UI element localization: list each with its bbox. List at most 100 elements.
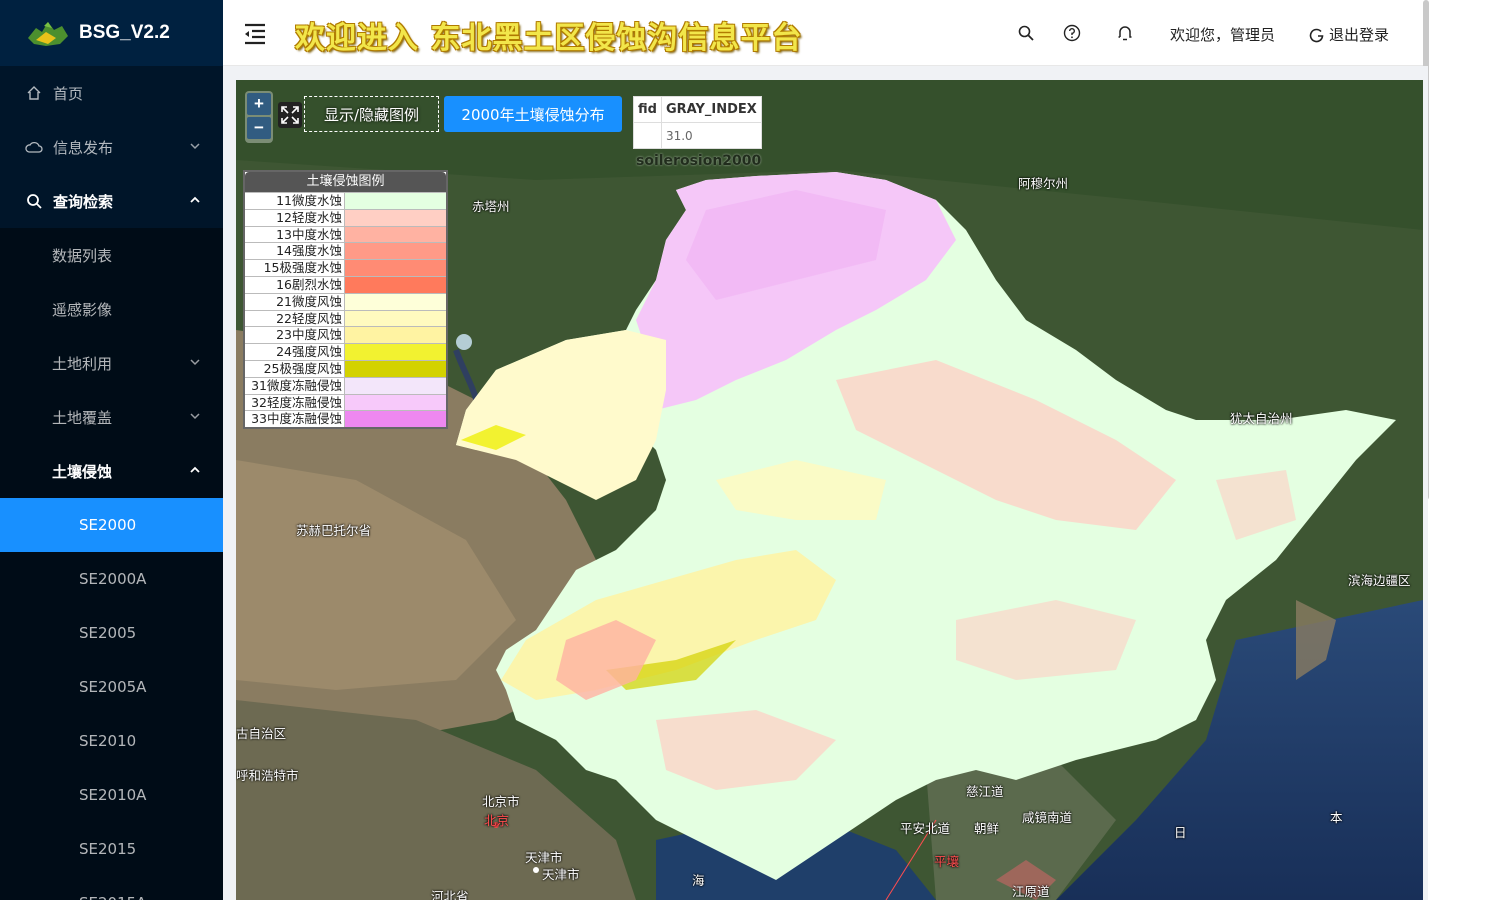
place-label: 苏赫巴托尔省	[296, 523, 372, 538]
menu-se2015a[interactable]: SE2015A	[0, 876, 223, 900]
menu-soil-erosion[interactable]: 土壤侵蚀	[0, 444, 223, 498]
feature-info-table: fid GRAY_INDEX 31.0	[633, 96, 762, 149]
menu-home[interactable]: 首页	[0, 66, 223, 120]
layer-name-label: soilerosion2000	[636, 153, 762, 169]
place-label: 呼和浩特市	[236, 768, 299, 783]
chevron-down-icon	[190, 143, 200, 150]
cloud-icon	[25, 138, 43, 156]
legend-swatch	[345, 193, 446, 209]
menu-remote-sensing[interactable]: 遥感影像	[0, 282, 223, 336]
menu-se2010a[interactable]: SE2010A	[0, 768, 223, 822]
legend-label: 23中度风蚀	[245, 327, 345, 344]
layer-2000-button[interactable]: 2000年土壤侵蚀分布	[444, 96, 622, 132]
legend-swatch	[345, 411, 446, 428]
logout-button[interactable]: 退出登录	[1309, 24, 1389, 45]
place-label: 河北省	[431, 889, 469, 900]
place-label: 本	[1330, 810, 1343, 825]
place-label: 日	[1174, 825, 1187, 840]
legend-row: 16剧烈水蚀	[245, 275, 446, 293]
menu-se2000[interactable]: SE2000	[0, 498, 223, 552]
menu-erosion-item-label: SE2010	[79, 732, 137, 750]
legend-row: 15极强度水蚀	[245, 259, 446, 276]
place-label: 海	[692, 873, 705, 888]
legend-label: 16剧烈水蚀	[245, 276, 345, 293]
menu-land-use[interactable]: 土地利用	[0, 336, 223, 390]
legend-row: 24强度风蚀	[245, 343, 446, 360]
legend-label: 32轻度冻融侵蚀	[245, 394, 345, 411]
legend-swatch	[345, 360, 446, 377]
legend-label: 22轻度风蚀	[245, 310, 345, 327]
legend-title: 土壤侵蚀图例	[245, 172, 446, 192]
legend-rows: 11微度水蚀 12轻度水蚀 13中度水蚀 14强度水蚀 15极强度水蚀 16剧烈水蚀 21微…	[245, 192, 446, 428]
menu-erosion-item-label: SE2015A	[79, 894, 146, 900]
logout-icon	[1309, 28, 1324, 42]
place-label: 滨海边疆区	[1348, 573, 1411, 588]
place-label: 古自治区	[236, 726, 287, 741]
legend-label: 15极强度水蚀	[245, 260, 345, 276]
menu-erosion-item-label: SE2015	[79, 840, 137, 858]
feature-info-value: 31.0	[660, 122, 762, 149]
menu-erosion-item-label: SE2005A	[79, 678, 147, 696]
menu-se2015[interactable]: SE2015	[0, 822, 223, 876]
place-label: 江原道	[1012, 884, 1050, 899]
menu-home-label: 首页	[53, 84, 84, 103]
top-header: 欢迎进入 东北黑土区侵蚀沟信息平台 欢迎您，管理员 退出登录	[223, 0, 1428, 66]
app-name: BSG_V2.2	[79, 22, 170, 43]
zoom-control: + −	[245, 91, 273, 143]
bell-icon[interactable]	[1116, 24, 1134, 42]
legend-swatch	[345, 394, 446, 411]
legend-label: 24强度风蚀	[245, 344, 345, 360]
search-icon	[25, 192, 43, 210]
menu-query-label: 查询检索	[53, 192, 114, 211]
zoom-out-button[interactable]: −	[247, 117, 271, 139]
menu-fold-icon[interactable]	[243, 23, 267, 45]
app-logo[interactable]: BSG_V2.2	[0, 0, 223, 66]
search-icon[interactable]	[1017, 24, 1035, 42]
menu-se2000a[interactable]: SE2000A	[0, 552, 223, 606]
feature-info-value	[633, 122, 662, 149]
place-label: 犹太自治州	[1230, 411, 1293, 426]
zoom-in-button[interactable]: +	[247, 93, 271, 115]
query-submenu: 数据列表 遥感影像 土地利用 土地覆盖 土壤侵蚀 SE2000 SE2000A SE…	[0, 228, 223, 900]
legend-swatch	[345, 377, 446, 394]
menu-data-list-label: 数据列表	[52, 246, 113, 265]
legend-swatch	[345, 260, 446, 276]
legend-label: 21微度风蚀	[245, 293, 345, 310]
menu-se2010[interactable]: SE2010	[0, 714, 223, 768]
legend-row: 11微度水蚀	[245, 192, 446, 209]
home-icon	[25, 84, 43, 102]
legend-swatch	[345, 226, 446, 243]
logout-label: 退出登录	[1329, 26, 1390, 44]
menu-info-publish[interactable]: 信息发布	[0, 120, 223, 174]
legend-label: 25极强度风蚀	[245, 360, 345, 377]
page-title: 欢迎进入 东北黑土区侵蚀沟信息平台	[295, 21, 803, 56]
menu-se2005a[interactable]: SE2005A	[0, 660, 223, 714]
soil-erosion-submenu: SE2000 SE2000A SE2005 SE2005A SE2010 SE2010A S…	[0, 498, 223, 900]
menu-query[interactable]: 查询检索	[0, 174, 223, 228]
erosion-legend: 土壤侵蚀图例 11微度水蚀 12轻度水蚀 13中度水蚀 14强度水蚀 15极强度水蚀 16…	[243, 170, 448, 430]
legend-label: 11微度水蚀	[245, 193, 345, 209]
fullscreen-button[interactable]	[278, 102, 302, 128]
help-icon[interactable]	[1063, 24, 1081, 42]
legend-label: 14强度水蚀	[245, 243, 345, 260]
legend-row: 31微度冻融侵蚀	[245, 376, 446, 394]
menu-se2005[interactable]: SE2005	[0, 606, 223, 660]
toggle-legend-button[interactable]: 显示/隐藏图例	[304, 96, 439, 132]
welcome-user[interactable]: 欢迎您，管理员	[1170, 24, 1275, 45]
legend-swatch	[345, 293, 446, 310]
place-label: 赤塔州	[472, 199, 510, 214]
menu-erosion-item-label: SE2005	[79, 624, 137, 642]
menu-erosion-item-label: SE2010A	[79, 786, 147, 804]
legend-swatch	[345, 344, 446, 360]
menu-info-publish-label: 信息发布	[53, 138, 114, 157]
place-label: 咸镜南道	[1022, 810, 1073, 825]
chevron-up-icon	[190, 466, 200, 473]
map-view[interactable]: 赤塔州 阿穆尔州 犹太自治州 滨海边疆区 苏赫巴托尔省 古自治区 呼和浩特市 北…	[236, 80, 1423, 900]
menu-land-cover[interactable]: 土地覆盖	[0, 390, 223, 444]
legend-row: 23中度风蚀	[245, 326, 446, 344]
menu-data-list[interactable]: 数据列表	[0, 228, 223, 282]
place-label: 北京	[484, 813, 510, 828]
place-label: 慈江道	[966, 784, 1004, 799]
legend-label: 13中度水蚀	[245, 226, 345, 243]
place-label: 朝鲜	[974, 821, 1000, 836]
